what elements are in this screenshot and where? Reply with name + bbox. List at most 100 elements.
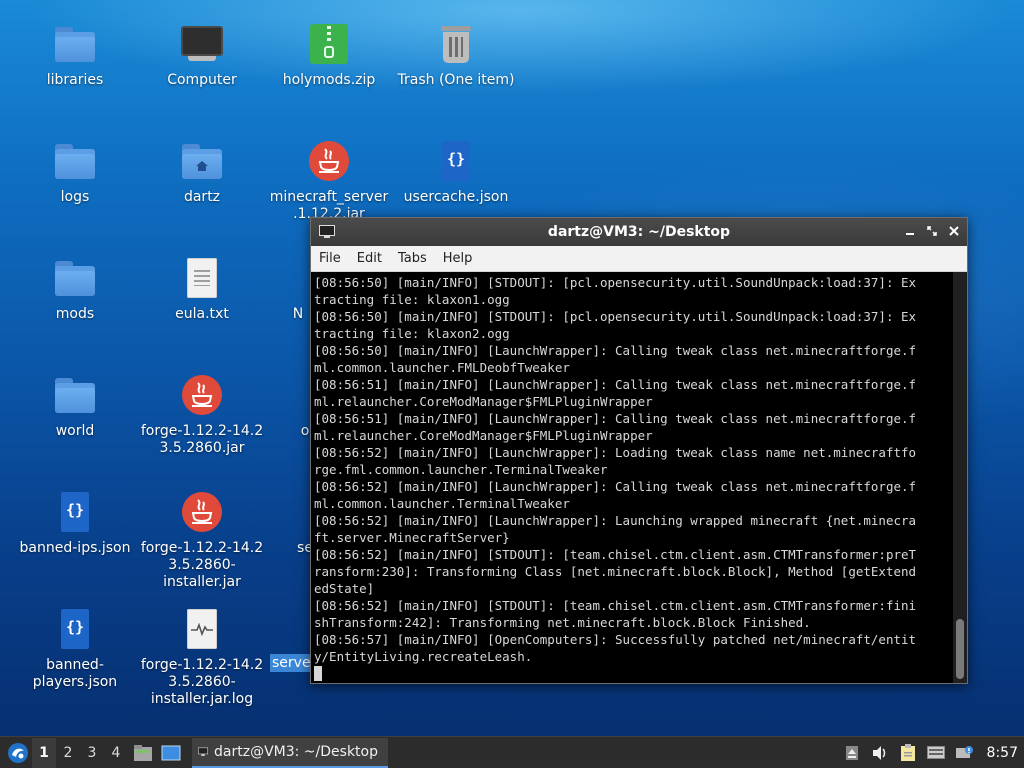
application-menu-button[interactable] [4, 739, 32, 767]
clipboard-icon[interactable] [897, 742, 919, 764]
terminal-line: y/EntityLiving.recreateLeash. [314, 649, 533, 664]
text-file-icon [180, 256, 224, 300]
terminal-window[interactable]: dartz@VM3: ~/Desktop File Edit Tabs Help… [310, 217, 968, 684]
folder-icon [53, 256, 97, 300]
terminal-line: ml.common.launcher.TerminalTweaker [314, 496, 570, 511]
desktop-icon-label: Trash (One item) [397, 72, 515, 88]
desktop-icon-label: se [297, 540, 313, 556]
desktop-icon-label: world [55, 423, 95, 439]
desktop-icon-label: banned- players.json [32, 657, 118, 690]
json-file-icon: {} [53, 607, 97, 651]
terminal-line: [08:56:51] [main/INFO] [LaunchWrapper]: … [314, 377, 917, 392]
desktop-icon-label: eula.txt [175, 306, 229, 322]
window-titlebar[interactable]: dartz@VM3: ~/Desktop [311, 218, 967, 246]
terminal-line: [08:56:52] [main/INFO] [LaunchWrapper]: … [314, 479, 917, 494]
desktop-icon-holymods-zip[interactable]: holymods.zip [264, 22, 394, 89]
terminal-line: ransform:230]: Transforming Class [net.m… [314, 564, 917, 579]
volume-icon[interactable] [869, 742, 891, 764]
network-icon[interactable] [953, 742, 975, 764]
home-folder-icon [180, 139, 224, 183]
terminal-line: [08:56:52] [main/INFO] [STDOUT]: [team.c… [314, 598, 917, 613]
desktop-icon-libraries[interactable]: libraries [10, 22, 140, 89]
menu-help[interactable]: Help [443, 249, 473, 268]
terminal-line: ml.relauncher.CoreModManager$FMLPluginWr… [314, 428, 653, 443]
desktop-icon-computer[interactable]: Computer [137, 22, 267, 89]
zip-archive-icon [307, 22, 351, 66]
workspace-2[interactable]: 2 [56, 738, 80, 768]
terminal-icon [198, 747, 209, 756]
terminal-scrollbar[interactable] [953, 272, 967, 683]
desktop-icon-world[interactable]: world [10, 373, 140, 440]
log-file-icon [180, 607, 224, 651]
terminal-line: edState] [314, 581, 375, 596]
taskbar: 1 2 3 4 dartz@VM3: ~/Desktop 8:57 [0, 736, 1024, 768]
desktop-icon-dartz[interactable]: dartz [137, 139, 267, 206]
desktop-icon-label: logs [60, 189, 90, 205]
taskbar-task-label: dartz@VM3: ~/Desktop [214, 743, 378, 760]
desktop-icon-label: N [292, 306, 304, 322]
file-manager-launcher[interactable] [130, 740, 156, 766]
terminal-menubar: File Edit Tabs Help [311, 246, 967, 272]
desktop-icon-banned-ips-json[interactable]: {} banned-ips.json [10, 490, 140, 557]
terminal-line: rge.fml.common.launcher.TerminalTweaker [314, 462, 608, 477]
terminal-cursor [314, 666, 322, 681]
menu-edit[interactable]: Edit [357, 249, 382, 268]
terminal-prompt-line[interactable] [314, 665, 953, 682]
desktop-icon-partial-o[interactable]: o [236, 373, 316, 440]
terminal-line: ml.common.launcher.FMLDeobfTweaker [314, 360, 570, 375]
folder-icon [53, 139, 97, 183]
terminal-line: [08:56:50] [main/INFO] [STDOUT]: [pcl.op… [314, 275, 917, 290]
desktop-icon-label: dartz [183, 189, 221, 205]
computer-icon [180, 22, 224, 66]
file-manager-icon [134, 744, 152, 761]
taskbar-clock[interactable]: 8:57 [987, 745, 1018, 761]
menu-file[interactable]: File [319, 249, 341, 268]
desktop-icon-label: usercache.json [403, 189, 509, 205]
eject-icon[interactable] [841, 742, 863, 764]
maximize-icon[interactable] [925, 224, 939, 238]
desktop-icon-usercache-json[interactable]: {} usercache.json [391, 139, 521, 206]
window-title: dartz@VM3: ~/Desktop [547, 224, 731, 240]
desktop-icon-minecraft-server-jar[interactable]: minecraft_server .1.12.2.jar [264, 139, 394, 223]
desktop-icon-partial-se[interactable]: se [236, 490, 316, 557]
java-icon [180, 373, 224, 417]
close-icon[interactable] [947, 224, 961, 238]
terminal-line: [08:56:52] [main/INFO] [LaunchWrapper]: … [314, 445, 917, 460]
selected-desktop-icon-label[interactable]: serve [270, 654, 313, 672]
desktop-icon-banned-players-json[interactable]: {} banned- players.json [10, 607, 140, 691]
menu-tabs[interactable]: Tabs [398, 249, 427, 268]
desktop-icon-label: libraries [46, 72, 104, 88]
json-file-icon: {} [53, 490, 97, 534]
workspace-1[interactable]: 1 [32, 737, 56, 768]
system-tray: 8:57 [841, 742, 1024, 764]
terminal-line: ml.relauncher.CoreModManager$FMLPluginWr… [314, 394, 653, 409]
workspace-3[interactable]: 3 [80, 738, 104, 768]
desktop-icon-mods[interactable]: mods [10, 256, 140, 323]
terminal-output[interactable]: [08:56:50] [main/INFO] [STDOUT]: [pcl.op… [311, 272, 953, 683]
desktop-icon-label: forge-1.12.2-14.2 3.5.2860- installer.ja… [140, 657, 264, 707]
show-desktop-launcher[interactable] [158, 740, 184, 766]
desktop-icon-logs[interactable]: logs [10, 139, 140, 206]
desktop-icon-forge-installer-log[interactable]: forge-1.12.2-14.2 3.5.2860- installer.ja… [137, 607, 267, 708]
desktop-icon-partial-n[interactable]: N [236, 256, 316, 323]
terminal-line: [08:56:57] [main/INFO] [OpenComputers]: … [314, 632, 917, 647]
workspace-4[interactable]: 4 [104, 738, 128, 768]
minimize-icon[interactable] [903, 224, 917, 238]
desktop-icon-label: banned-ips.json [19, 540, 131, 556]
trash-icon [434, 22, 478, 66]
terminal-line: [08:56:52] [main/INFO] [STDOUT]: [team.c… [314, 547, 917, 562]
json-file-icon: {} [434, 139, 478, 183]
taskbar-task-terminal[interactable]: dartz@VM3: ~/Desktop [192, 737, 388, 768]
desktop-icon-trash[interactable]: Trash (One item) [391, 22, 521, 89]
terminal-line: [08:56:51] [main/INFO] [LaunchWrapper]: … [314, 411, 917, 426]
scrollbar-thumb[interactable] [956, 619, 964, 679]
keyboard-icon[interactable] [925, 742, 947, 764]
desktop-icon-label: o [300, 423, 310, 439]
terminal-line: ft.server.MinecraftServer} [314, 530, 510, 545]
terminal-line: [08:56:50] [main/INFO] [LaunchWrapper]: … [314, 343, 917, 358]
folder-icon [53, 373, 97, 417]
folder-icon [53, 22, 97, 66]
java-icon [180, 490, 224, 534]
terminal-line: tracting file: klaxon2.ogg [314, 326, 510, 341]
show-desktop-icon [161, 745, 181, 760]
